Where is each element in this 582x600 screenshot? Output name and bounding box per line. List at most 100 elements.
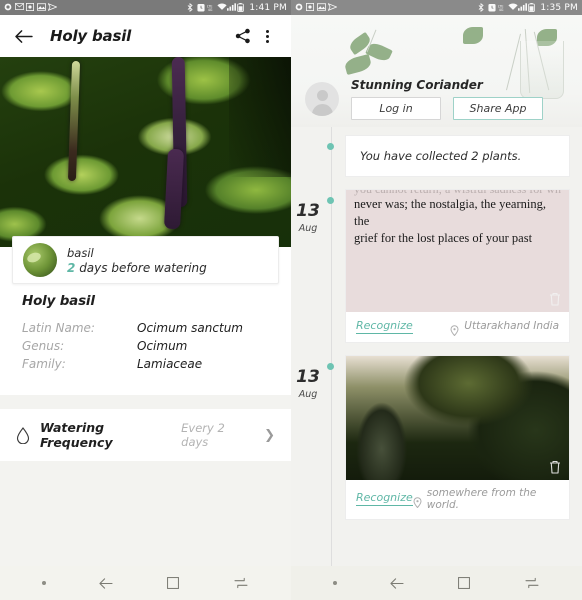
page-title: Holy basil xyxy=(50,27,132,45)
plant-hero-photo xyxy=(0,57,291,247)
section-divider xyxy=(0,395,291,409)
trash-icon[interactable] xyxy=(549,459,561,474)
status-right-icons: LTE 4G 1:35 PM xyxy=(478,3,578,13)
location-pin-icon xyxy=(450,321,459,337)
nav-home-icon[interactable] xyxy=(165,575,182,592)
nav-dot-icon[interactable] xyxy=(41,581,46,585)
location-label: Uttarakhand India xyxy=(450,320,559,337)
more-vertical-icon[interactable] xyxy=(255,24,279,48)
avatar[interactable] xyxy=(305,82,339,116)
recognize-link[interactable]: Recognize xyxy=(356,319,413,334)
family-key: Family: xyxy=(22,357,66,371)
list-item: 13 Aug Recognize somewhere from the worl… xyxy=(296,354,582,520)
user-avatar-icon xyxy=(305,82,339,116)
location-label: somewhere from the world. xyxy=(413,487,559,511)
genus-value: Ocimum xyxy=(137,339,188,353)
left-status-bar: LTE 4G 1:41 PM xyxy=(0,0,291,15)
forest-photo xyxy=(346,355,569,480)
nav-back-icon[interactable] xyxy=(97,575,114,592)
eucalyptus-leaf xyxy=(463,27,483,44)
table-row: Latin Name: Ocimum sanctum xyxy=(22,319,269,337)
back-arrow-icon[interactable] xyxy=(12,25,34,47)
dual-screenshot-container: LTE 4G 1:41 PM Holy basil basil 2 days b… xyxy=(0,0,582,600)
quote-line-1: never was; the nostalgia, the yearning, … xyxy=(354,197,546,228)
table-row: Genus: Ocimum xyxy=(22,337,269,355)
family-value: Lamiaceae xyxy=(137,357,203,371)
collected-plants-note: You have collected 2 plants. xyxy=(345,135,570,177)
hero-shadow-layer xyxy=(229,57,291,177)
signal-icon xyxy=(227,3,237,12)
trash-icon[interactable] xyxy=(549,291,561,306)
bluetooth-icon xyxy=(187,3,195,12)
send-icon xyxy=(48,3,57,12)
timeline-date: 13 Aug xyxy=(291,203,325,235)
profile-info: Stunning Coriander Log in Share App xyxy=(351,78,568,120)
recognize-link[interactable]: Recognize xyxy=(356,491,413,507)
nav-back-icon[interactable] xyxy=(388,575,405,592)
share-icon[interactable] xyxy=(231,24,255,48)
photo-card-footer: Recognize Uttarakhand India xyxy=(346,312,569,342)
alarm-icon xyxy=(197,3,205,12)
list-item: You have collected 2 plants. xyxy=(327,135,582,177)
timeline-date-month: Aug xyxy=(298,388,318,400)
share-app-button[interactable]: Share App xyxy=(453,97,543,120)
timeline-date: 13 Aug xyxy=(291,368,325,400)
location-text: Uttarakhand India xyxy=(464,320,559,333)
nav-home-icon[interactable] xyxy=(456,575,473,592)
photo-card-footer: Recognize somewhere from the world. xyxy=(346,479,569,519)
signal-icon xyxy=(518,3,528,12)
plant-thumbnail-avatar xyxy=(23,243,57,277)
photo-card[interactable]: Recognize somewhere from the world. xyxy=(345,354,570,520)
nav-recents-icon[interactable] xyxy=(524,575,541,592)
nav-recents-icon[interactable] xyxy=(233,575,250,592)
screenshot-icon xyxy=(26,3,34,12)
activity-timeline[interactable]: You have collected 2 plants. 13 Aug you … xyxy=(291,127,582,566)
bluetooth-icon xyxy=(478,3,486,12)
watering-frequency-row[interactable]: Watering Frequency Every 2 days ❯ xyxy=(0,409,291,461)
water-drop-icon xyxy=(16,426,30,444)
right-nav-bar xyxy=(291,566,582,600)
quote-text: never was; the nostalgia, the yearning, … xyxy=(354,196,561,247)
timeline-date-month: Aug xyxy=(298,223,318,234)
basil-card-subtitle: 2 days before watering xyxy=(67,261,207,275)
right-phone-screen: LTE 4G 1:35 PM Stunning Coriander Log in… xyxy=(291,0,582,600)
alarm-icon xyxy=(488,3,496,12)
list-item: 13 Aug you cannot return; a wistful sadn… xyxy=(296,189,582,343)
quote-photo: you cannot return; a wistful sadness for… xyxy=(346,190,569,312)
right-status-time: 1:35 PM xyxy=(540,2,578,13)
avatar-body xyxy=(311,104,333,116)
left-phone-screen: LTE 4G 1:41 PM Holy basil basil 2 days b… xyxy=(0,0,291,600)
notification-icon xyxy=(295,3,303,12)
status-right-icons: LTE 4G 1:41 PM xyxy=(187,3,287,13)
quote-line-2: grief for the lost places of your past xyxy=(354,230,533,245)
battery-icon xyxy=(528,3,536,12)
wifi-icon xyxy=(508,3,518,12)
left-nav-bar xyxy=(0,566,291,600)
status-left-icons xyxy=(4,3,57,12)
location-pin-icon xyxy=(413,493,422,509)
plant-info-heading: Holy basil xyxy=(22,293,95,309)
notification-icon xyxy=(4,3,12,12)
battery-icon xyxy=(237,3,245,12)
left-empty-area xyxy=(0,461,291,566)
nav-dot-icon[interactable] xyxy=(332,581,337,585)
wifi-icon xyxy=(217,3,227,12)
latin-name-value: Ocimum sanctum xyxy=(137,321,243,335)
status-left-icons xyxy=(295,3,337,12)
avatar-head xyxy=(316,90,328,101)
timeline-dot xyxy=(327,362,334,370)
basil-summary-card[interactable]: basil 2 days before watering xyxy=(12,236,279,284)
basil-card-text: basil 2 days before watering xyxy=(67,246,207,275)
timeline-dot xyxy=(327,143,334,150)
three-dots xyxy=(265,29,269,43)
profile-row: Stunning Coriander Log in Share App xyxy=(291,71,582,127)
basil-card-name: basil xyxy=(67,245,94,260)
image-icon xyxy=(317,3,326,12)
table-row: Family: Lamiaceae xyxy=(22,355,269,373)
screenshot-icon xyxy=(306,3,314,12)
login-button[interactable]: Log in xyxy=(351,97,441,120)
timeline-dot xyxy=(327,197,334,204)
profile-buttons: Log in Share App xyxy=(351,97,568,120)
watering-frequency-value: Every 2 days xyxy=(181,421,225,449)
photo-card[interactable]: you cannot return; a wistful sadness for… xyxy=(345,189,570,343)
